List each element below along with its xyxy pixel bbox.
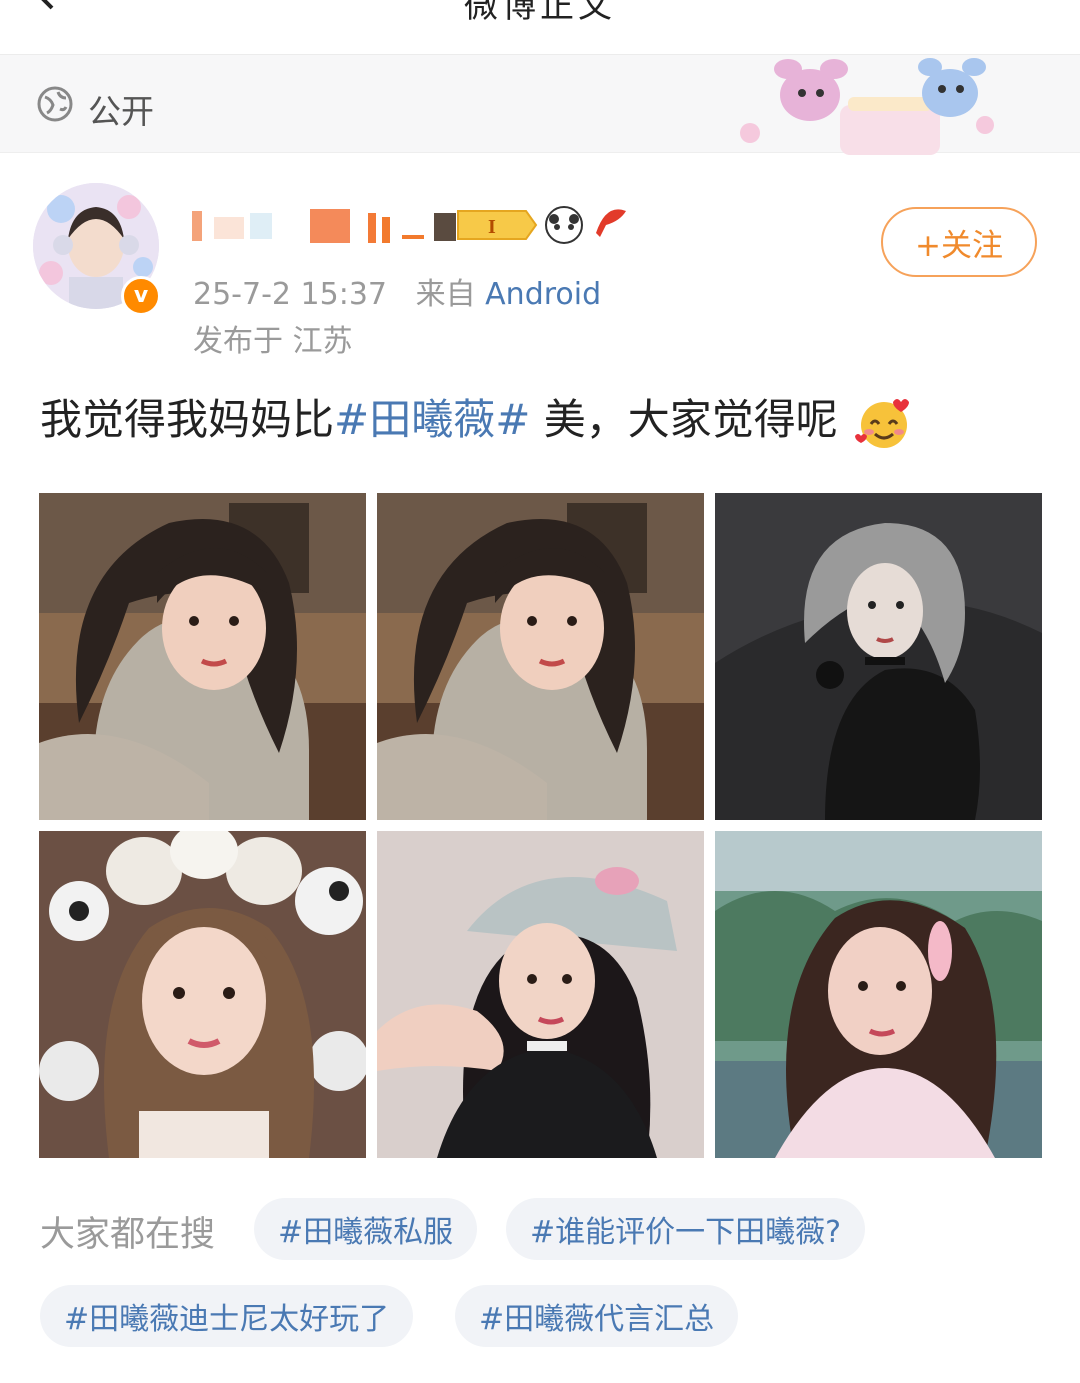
emoji-fire-icon[interactable] — [766, 0, 810, 18]
source-prefix: 来自 — [415, 277, 476, 312]
photo-3[interactable] — [715, 493, 1042, 820]
post-meta: 25-7-2 15:37 来自 Android — [193, 269, 601, 313]
hot-search-chip[interactable]: #田曦薇迪士尼太好玩了 — [40, 1285, 414, 1347]
hot-search-label: 大家都在搜 — [40, 1215, 216, 1255]
post-location: 发布于 江苏 — [193, 324, 353, 359]
photo-2[interactable] — [377, 493, 704, 820]
follow-button[interactable]: +关注 — [881, 207, 1037, 277]
photo-6[interactable] — [715, 831, 1042, 1158]
photo-5[interactable] — [377, 831, 704, 1158]
photo-6-image — [715, 831, 1042, 1158]
photo-4-image — [39, 831, 366, 1158]
post-text-after: 美，大家觉得呢 — [530, 395, 838, 444]
stitch-sticker-decoration — [740, 58, 994, 155]
photo-5-image — [377, 831, 704, 1158]
hot-search-chip[interactable]: #谁能评价一下田曦薇? — [506, 1198, 866, 1260]
globe-icon — [37, 86, 73, 122]
source-link[interactable]: Android — [485, 277, 601, 312]
top-nav-bar: 微博正文 — [0, 0, 1080, 55]
post-body: 我觉得我妈妈比#田曦薇# 美，大家觉得呢 — [40, 386, 913, 452]
post-hashtag[interactable]: #田曦薇# — [334, 395, 530, 444]
svg-text:I: I — [488, 216, 496, 238]
search-icon[interactable] — [878, 0, 922, 18]
visibility-bar: 公开 — [0, 55, 1080, 155]
smiling-face-with-hearts-icon — [855, 398, 910, 448]
photo-4[interactable] — [39, 831, 366, 1158]
post-time: 25-7-2 15:37 — [193, 277, 387, 312]
photo-1[interactable] — [39, 493, 366, 820]
hot-search-chip[interactable]: #田曦薇私服 — [254, 1198, 478, 1260]
photo-2-image — [377, 493, 704, 820]
visibility-label: 公开 — [88, 92, 154, 131]
hot-search-chip[interactable]: #田曦薇代言汇总 — [455, 1285, 739, 1347]
verified-v-badge-icon: v — [121, 276, 161, 316]
photo-1-image — [39, 493, 366, 820]
photo-3-image — [715, 493, 1042, 820]
post-text-before: 我觉得我妈妈比 — [40, 395, 335, 444]
username-blurred[interactable]: I — [192, 203, 642, 247]
